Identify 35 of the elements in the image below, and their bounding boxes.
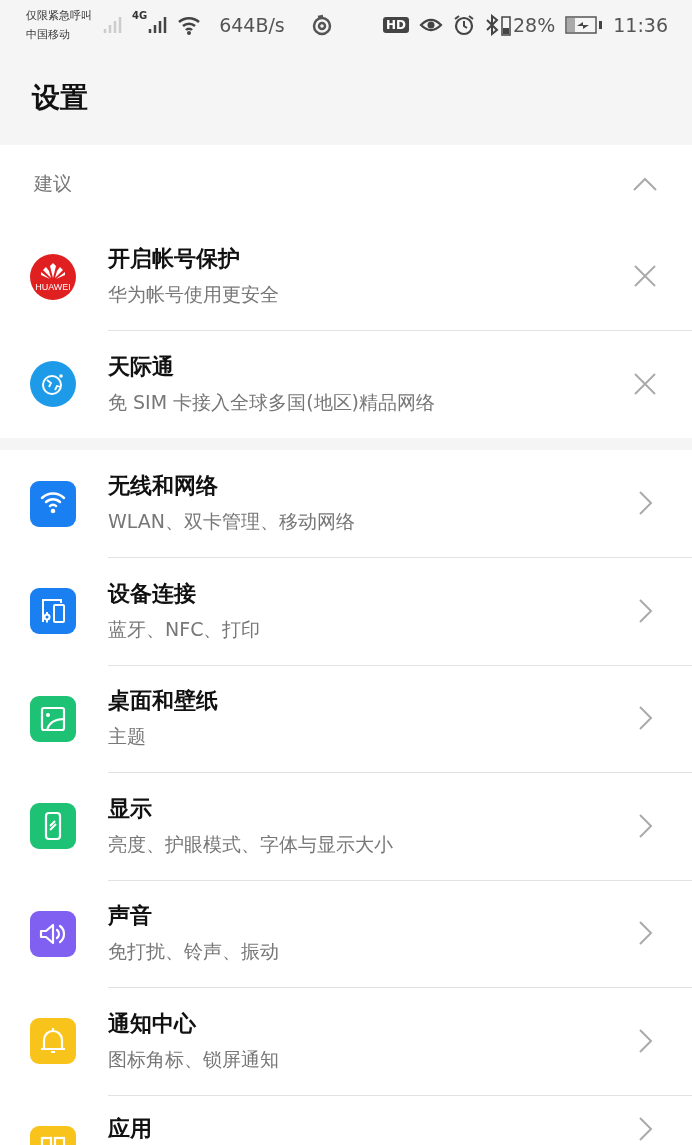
hd-badge: HD — [383, 17, 409, 33]
setting-subtitle: WLAN、双卡管理、移动网络 — [108, 509, 357, 535]
page-title: 设置 — [32, 79, 88, 116]
setting-title[interactable]: 设备连接 — [108, 578, 630, 609]
battery-icon — [501, 14, 511, 36]
emergency-text: 仅限紧急呼叫 — [26, 8, 92, 24]
setting-subtitle: 图标角标、锁屏通知 — [108, 1046, 280, 1072]
setting-title[interactable]: 无线和网络 — [108, 471, 630, 502]
bluetooth-icon — [485, 14, 499, 36]
carrier-name: 中国移动 — [26, 27, 71, 43]
setting-subtitle: 免打扰、铃声、振动 — [108, 939, 280, 965]
suggestion-subtitle: 华为帐号使用更安全 — [108, 282, 280, 308]
signal-icon — [102, 15, 122, 35]
signal-icon — [147, 15, 168, 35]
setting-title[interactable]: 应用 — [108, 1114, 630, 1144]
clock-time: 11:36 — [613, 14, 668, 36]
battery-percent: 28% — [513, 14, 556, 36]
setting-title[interactable]: 通知中心 — [108, 1008, 630, 1039]
setting-subtitle: 蓝牙、NFC、打印 — [108, 616, 262, 642]
setting-title[interactable]: 桌面和壁纸 — [108, 686, 630, 717]
network-speed: 644B/s — [219, 14, 285, 36]
suggestion-subtitle: 免 SIM 卡接入全球多国(地区)精品网络 — [108, 390, 436, 416]
setting-subtitle: 主题 — [108, 724, 147, 750]
chevron-up-icon[interactable] — [632, 176, 658, 192]
charging-battery-icon — [565, 15, 604, 35]
section-title: 建议 — [34, 171, 72, 196]
brand-logo-icon: HUAWEI — [30, 253, 76, 300]
suggestion-title[interactable]: 开启帐号保护 — [108, 244, 630, 275]
setting-title[interactable]: 声音 — [108, 901, 630, 932]
eye-icon — [419, 16, 443, 34]
suggestion-title[interactable]: 天际通 — [108, 352, 630, 383]
setting-title[interactable]: 显示 — [108, 793, 630, 824]
network-type: 4G — [132, 10, 148, 21]
alarm-icon — [453, 14, 475, 36]
setting-subtitle: 亮度、护眼模式、字体与显示大小 — [108, 831, 394, 857]
